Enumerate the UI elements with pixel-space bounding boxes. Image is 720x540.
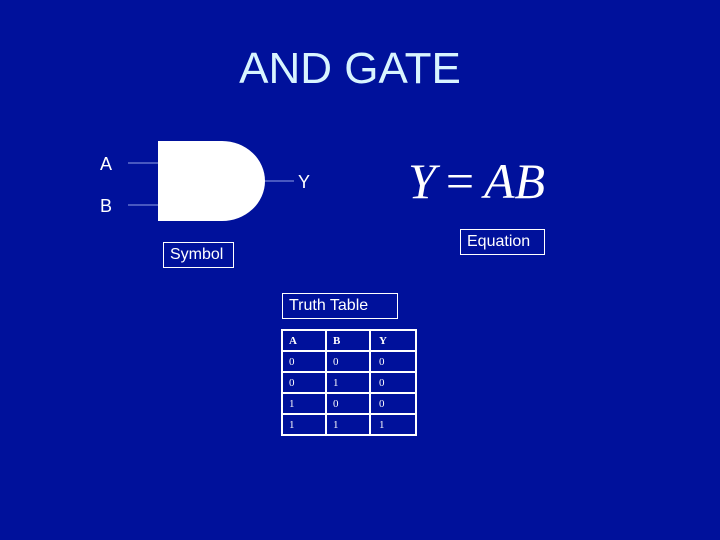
header-y: Y <box>369 329 417 352</box>
and-gate-body <box>158 141 265 221</box>
equation-lhs: Y <box>408 153 436 209</box>
cell-y: 0 <box>369 392 417 415</box>
input-label-b: B <box>100 196 112 216</box>
cell-b: 0 <box>325 350 371 373</box>
cell-y: 1 <box>369 413 417 436</box>
equation-label: Equation <box>460 229 545 255</box>
boolean-equation: Y = AB <box>408 152 545 210</box>
cell-y: 0 <box>369 350 417 373</box>
cell-a: 1 <box>281 392 327 415</box>
table-row: 0 0 0 <box>281 350 417 373</box>
output-label-y: Y <box>298 172 310 192</box>
cell-a: 0 <box>281 371 327 394</box>
cell-b: 1 <box>325 413 371 436</box>
input-label-a: A <box>100 154 112 174</box>
truth-table: A B Y 0 0 0 0 1 0 1 0 0 1 1 1 <box>281 329 417 436</box>
slide-title: AND GATE <box>239 44 461 93</box>
cell-y: 0 <box>369 371 417 394</box>
and-gate-symbol: A B Y <box>100 141 310 221</box>
table-row: 1 1 1 <box>281 413 417 436</box>
truth-table-label: Truth Table <box>282 293 398 319</box>
equation-operator: = <box>445 153 475 209</box>
cell-a: 0 <box>281 350 327 373</box>
cell-a: 1 <box>281 413 327 436</box>
symbol-label: Symbol <box>163 242 234 268</box>
cell-b: 1 <box>325 371 371 394</box>
table-row: 1 0 0 <box>281 392 417 415</box>
table-row: 0 1 0 <box>281 371 417 394</box>
equation-rhs: AB <box>484 153 546 209</box>
header-b: B <box>325 329 371 352</box>
truth-table-header-row: A B Y <box>281 329 417 352</box>
cell-b: 0 <box>325 392 371 415</box>
header-a: A <box>281 329 327 352</box>
